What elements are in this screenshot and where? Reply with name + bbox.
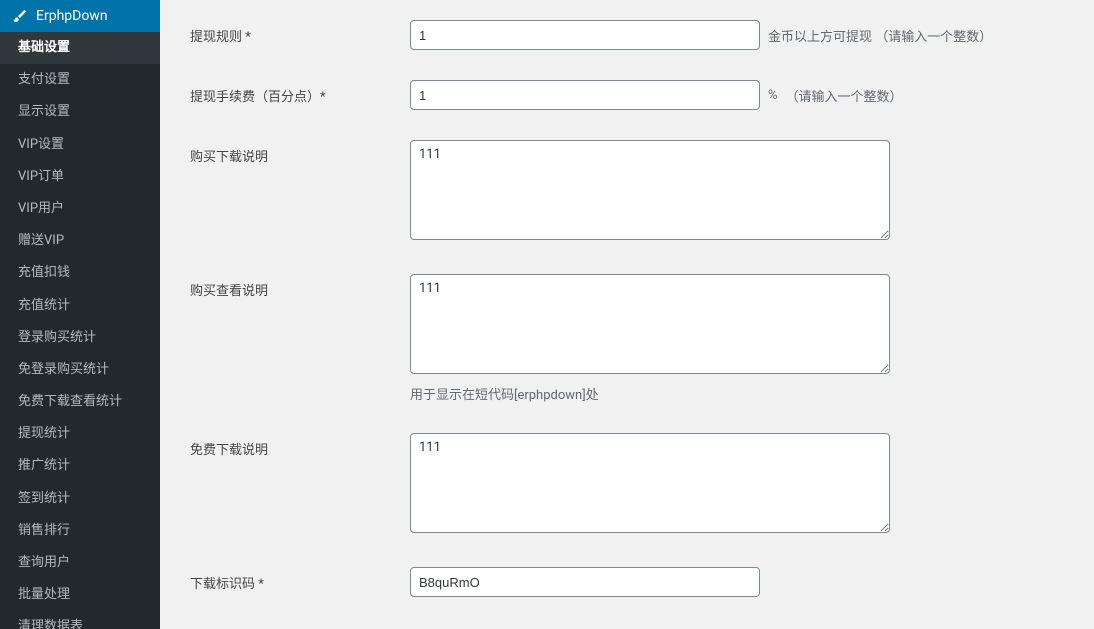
label-download-code: 下载标识码 * [190,567,410,592]
sidebar-header[interactable]: ErphpDown [0,0,160,32]
form-row-download-code: 下载标识码 * [190,567,1064,597]
sidebar-item-15[interactable]: 销售排行 [0,515,160,547]
sidebar-item-13[interactable]: 推广统计 [0,450,160,482]
textarea-buy-download-desc[interactable] [410,140,890,240]
textarea-free-download-desc[interactable] [410,433,890,533]
form-row-buy-view-desc: 购买查看说明 用于显示在短代码[erphpdown]处 [190,274,1064,403]
key-icon [12,8,28,24]
input-download-code[interactable] [410,567,760,597]
label-buy-view-desc: 购买查看说明 [190,274,410,299]
input-withdraw-fee[interactable] [410,80,760,110]
sidebar-item-18[interactable]: 清理数据表 [0,611,160,629]
form-row-free-download-desc: 免费下载说明 [190,433,1064,537]
sidebar-item-5[interactable]: VIP用户 [0,193,160,225]
input-withdraw-rule[interactable] [410,20,760,50]
sidebar-item-3[interactable]: VIP设置 [0,129,160,161]
sidebar-item-1[interactable]: 支付设置 [0,64,160,96]
sidebar-item-10[interactable]: 免登录购买统计 [0,354,160,386]
label-free-download-desc: 免费下载说明 [190,433,410,458]
label-buy-download-desc: 购买下载说明 [190,140,410,165]
sidebar-item-2[interactable]: 显示设置 [0,96,160,128]
sidebar-item-4[interactable]: VIP订单 [0,161,160,193]
help-withdraw-fee: （请输入一个整数） [786,86,903,105]
help-withdraw-rule: 金币以上方可提现 （请输入一个整数） [768,26,992,45]
suffix-withdraw-fee: % [768,88,778,103]
sidebar-title: ErphpDown [36,8,108,24]
main-content: 提现规则 * 金币以上方可提现 （请输入一个整数） 提现手续费（百分点）* % … [160,0,1094,629]
sidebar-item-11[interactable]: 免费下载查看统计 [0,386,160,418]
sidebar-item-7[interactable]: 充值扣钱 [0,257,160,289]
sidebar-item-6[interactable]: 赠送VIP [0,225,160,257]
sidebar-item-17[interactable]: 批量处理 [0,579,160,611]
form-row-buy-download-desc: 购买下载说明 [190,140,1064,244]
sidebar-item-9[interactable]: 登录购买统计 [0,322,160,354]
sidebar-item-16[interactable]: 查询用户 [0,547,160,579]
help-buy-view-desc: 用于显示在短代码[erphpdown]处 [410,384,1064,403]
sidebar-item-12[interactable]: 提现统计 [0,418,160,450]
label-withdraw-rule: 提现规则 * [190,20,410,45]
sidebar: ErphpDown 基础设置支付设置显示设置VIP设置VIP订单VIP用户赠送V… [0,0,160,629]
form-row-withdraw-rule: 提现规则 * 金币以上方可提现 （请输入一个整数） [190,20,1064,50]
textarea-buy-view-desc[interactable] [410,274,890,374]
form-row-withdraw-fee: 提现手续费（百分点）* % （请输入一个整数） [190,80,1064,110]
label-withdraw-fee: 提现手续费（百分点）* [190,80,410,105]
sidebar-item-8[interactable]: 充值统计 [0,290,160,322]
sidebar-item-0[interactable]: 基础设置 [0,32,160,64]
sidebar-item-14[interactable]: 签到统计 [0,483,160,515]
